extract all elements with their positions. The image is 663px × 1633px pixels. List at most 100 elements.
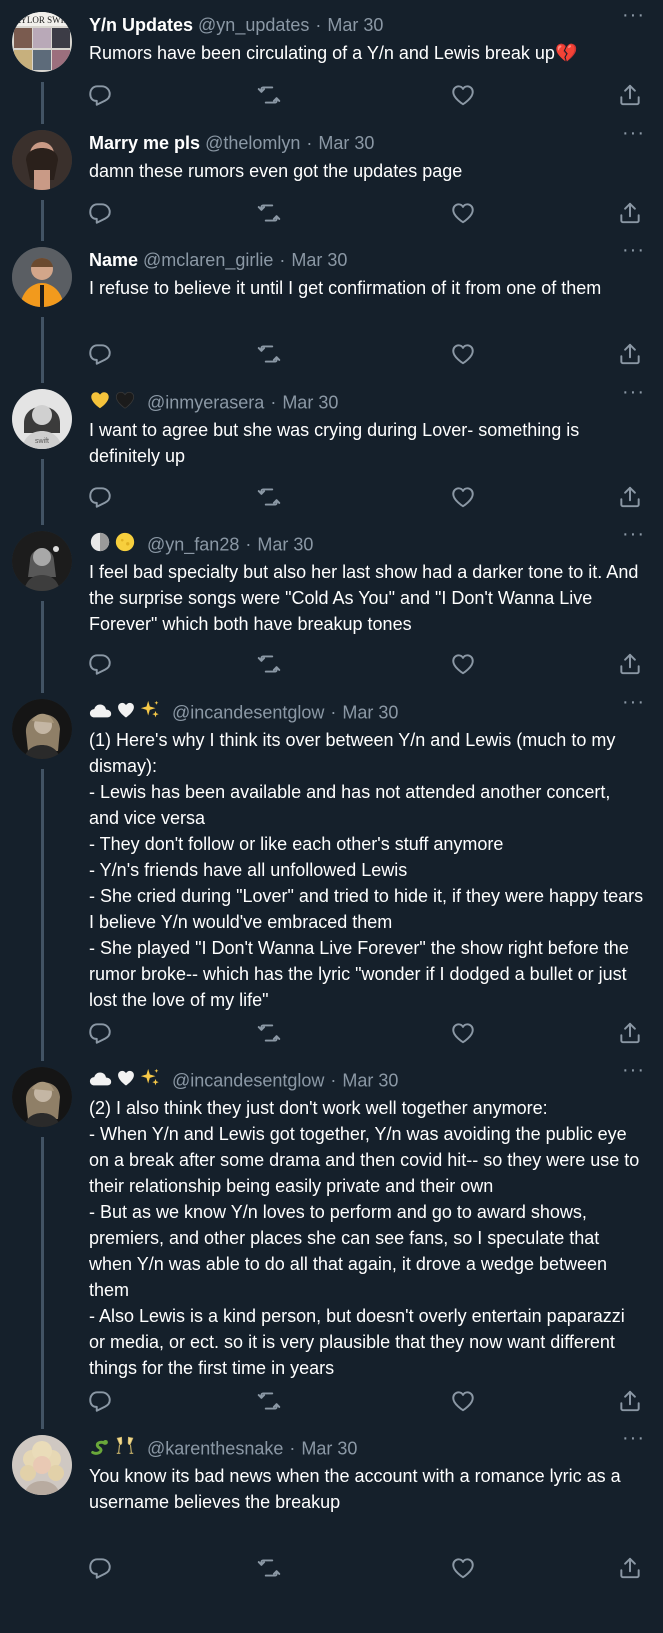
dark-portrait-avatar [12, 130, 72, 190]
username[interactable]: @incandesentglow [172, 1070, 324, 1090]
display-name[interactable]: Y/n Updates [89, 15, 193, 35]
like-icon[interactable] [450, 200, 476, 226]
share-icon[interactable] [617, 1555, 643, 1581]
share-icon[interactable] [617, 200, 643, 226]
avatar[interactable] [12, 699, 72, 759]
dark-blonde-avatar [12, 1067, 72, 1127]
share-icon[interactable] [617, 484, 643, 510]
reply-icon[interactable] [87, 200, 113, 226]
white-moon-emoji [89, 531, 111, 560]
like-icon[interactable] [450, 1388, 476, 1414]
timestamp[interactable]: Mar 30 [318, 133, 374, 153]
retweet-icon[interactable] [256, 651, 282, 677]
retweet-icon[interactable] [256, 82, 282, 108]
timestamp[interactable]: Mar 30 [257, 534, 313, 554]
tweet-header: @incandesentglow · Mar 30 [89, 1067, 613, 1093]
display-name-emojis[interactable] [89, 1435, 139, 1464]
retweet-icon[interactable] [256, 200, 282, 226]
tweet[interactable]: @yn_fan28 · Mar 30 ··· I feel bad specialty … [0, 523, 663, 693]
share-icon[interactable] [617, 341, 643, 367]
separator-dot: · [306, 133, 313, 153]
reply-icon[interactable] [87, 1020, 113, 1046]
more-icon[interactable]: ··· [622, 4, 645, 27]
avatar[interactable] [12, 130, 72, 190]
more-icon[interactable]: ··· [622, 381, 645, 404]
retweet-icon[interactable] [256, 1555, 282, 1581]
more-icon[interactable]: ··· [622, 239, 645, 262]
separator-dot: · [270, 392, 277, 413]
timestamp[interactable]: Mar 30 [342, 702, 398, 722]
like-icon[interactable] [450, 82, 476, 108]
yellow-moon-emoji [114, 531, 136, 560]
more-icon[interactable]: ··· [622, 1427, 645, 1450]
username[interactable]: @mclaren_girlie [143, 250, 273, 270]
share-icon[interactable] [617, 82, 643, 108]
reply-icon[interactable] [87, 651, 113, 677]
tweet[interactable]: Marry me pls @thelomlyn · Mar 30 ··· damn the… [0, 122, 663, 241]
reply-icon[interactable] [87, 1555, 113, 1581]
share-icon[interactable] [617, 651, 643, 677]
more-icon[interactable]: ··· [622, 122, 645, 145]
like-icon[interactable] [450, 651, 476, 677]
tweet[interactable]: swift @inmyerasera · Mar 30 ··· I want to agr… [0, 381, 663, 525]
separator-dot: · [330, 1070, 337, 1091]
tweet-text: I want to agree but she was crying durin… [89, 420, 580, 466]
tweet-header: Name @mclaren_girlie · Mar 30 [89, 247, 613, 273]
username[interactable]: @incandesentglow [172, 702, 324, 722]
tweet-header: @karenthesnake · Mar 30 [89, 1435, 613, 1461]
reply-icon[interactable] [87, 82, 113, 108]
username[interactable]: @yn_fan28 [147, 534, 239, 554]
share-icon[interactable] [617, 1020, 643, 1046]
separator-dot: · [279, 250, 286, 270]
username[interactable]: @yn_updates [198, 15, 309, 35]
share-icon[interactable] [617, 1388, 643, 1414]
tweet[interactable]: @karenthesnake · Mar 30 ··· You know its bad… [0, 1427, 663, 1589]
username[interactable]: @thelomlyn [205, 133, 300, 153]
tweet[interactable]: Name @mclaren_girlie · Mar 30 ··· I refuse to… [0, 239, 663, 383]
retweet-icon[interactable] [256, 1020, 282, 1046]
reply-icon[interactable] [87, 484, 113, 510]
username[interactable]: @inmyerasera [147, 392, 264, 412]
snake-emoji [89, 1435, 111, 1464]
display-name-emojis[interactable] [89, 699, 164, 728]
timestamp[interactable]: Mar 30 [291, 250, 347, 270]
timestamp[interactable]: Mar 30 [282, 392, 338, 412]
avatar[interactable]: swift [12, 389, 72, 449]
timestamp[interactable]: Mar 30 [327, 15, 383, 35]
username[interactable]: @karenthesnake [147, 1438, 283, 1458]
avatar[interactable] [12, 1435, 72, 1495]
avatar[interactable] [12, 531, 72, 591]
like-icon[interactable] [450, 1555, 476, 1581]
tweet[interactable]: @incandesentglow · Mar 30 ··· (1) Here's why… [0, 691, 663, 1061]
more-icon[interactable]: ··· [622, 523, 645, 546]
timestamp[interactable]: Mar 30 [342, 1070, 398, 1090]
cloud-emoji [89, 1068, 113, 1095]
display-name[interactable]: Marry me pls [89, 133, 200, 153]
avatar[interactable] [12, 247, 72, 307]
display-name-emojis[interactable] [89, 531, 139, 560]
retweet-icon[interactable] [256, 484, 282, 510]
retweet-icon[interactable] [256, 1388, 282, 1414]
taylor-swift-collage-avatar: TAYLOR SWIFT [12, 12, 72, 72]
thread-line [41, 769, 44, 1061]
like-icon[interactable] [450, 484, 476, 510]
tweet[interactable]: @incandesentglow · Mar 30 ··· (2) I also thi… [0, 1059, 663, 1429]
tweet-actions [0, 200, 663, 230]
like-icon[interactable] [450, 341, 476, 367]
tweet-text: I feel bad specialty but also her last s… [89, 562, 639, 634]
more-icon[interactable]: ··· [622, 691, 645, 714]
retweet-icon[interactable] [256, 341, 282, 367]
reply-icon[interactable] [87, 1388, 113, 1414]
tweet[interactable]: TAYLOR SWIFT Y/n Updates @yn_updates · Mar 3… [0, 4, 663, 124]
reply-icon[interactable] [87, 341, 113, 367]
timestamp[interactable]: Mar 30 [301, 1438, 357, 1458]
sparkles-emoji [139, 1067, 161, 1096]
avatar[interactable]: TAYLOR SWIFT [12, 12, 72, 72]
separator-dot: · [289, 1438, 296, 1459]
display-name-emojis[interactable] [89, 1067, 164, 1096]
more-icon[interactable]: ··· [622, 1059, 645, 1082]
like-icon[interactable] [450, 1020, 476, 1046]
avatar[interactable] [12, 1067, 72, 1127]
display-name[interactable]: Name [89, 250, 138, 270]
display-name-emojis[interactable] [89, 389, 139, 418]
